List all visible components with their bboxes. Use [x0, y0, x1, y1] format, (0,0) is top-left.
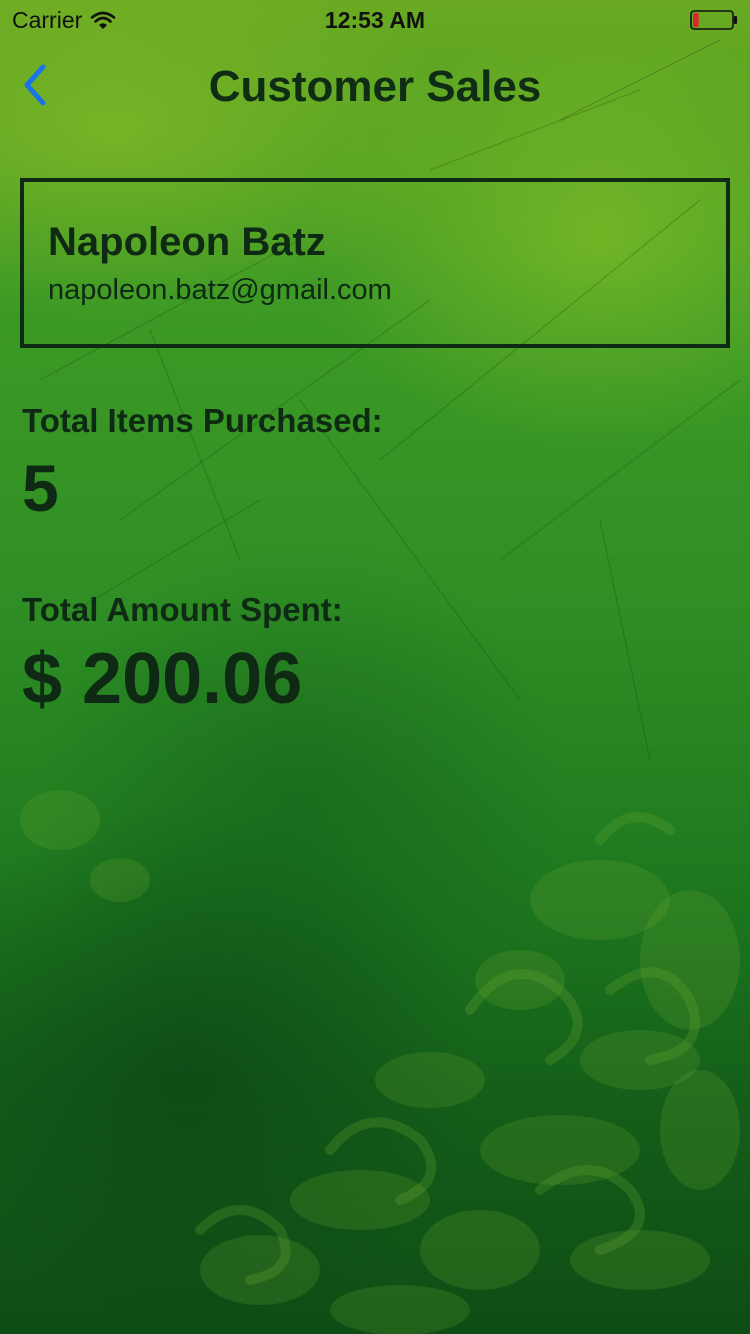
- total-items-value: 5: [22, 451, 59, 525]
- customer-card: Napoleon Batz napoleon.batz@gmail.com: [20, 178, 730, 348]
- total-items-label: Total Items Purchased:: [22, 402, 383, 439]
- battery-fill: [693, 13, 699, 27]
- customer-email: napoleon.batz@gmail.com: [48, 274, 392, 306]
- page-title: Customer Sales: [208, 62, 542, 111]
- status-time: 12:53 AM: [324, 7, 426, 33]
- status-bar: Carrier 12:53 AM: [0, 0, 750, 40]
- battery-icon: [690, 10, 737, 30]
- total-amount-label: Total Amount Spent:: [22, 591, 343, 628]
- customer-name: Napoleon Batz: [48, 220, 326, 264]
- navigation-bar: Customer Sales: [0, 40, 750, 138]
- total-amount-value: $ 200.06: [22, 639, 303, 719]
